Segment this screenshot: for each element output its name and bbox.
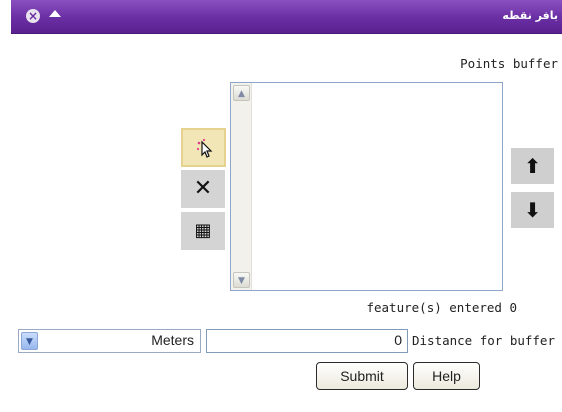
distance-label: Distance for buffer (412, 333, 555, 348)
unit-select[interactable]: ▼ Meters (18, 329, 201, 353)
arrow-up-icon: ⬆ (524, 154, 541, 178)
points-buffer-label: Points buffer (460, 56, 558, 71)
scroll-up-icon[interactable]: ▲ (233, 85, 250, 101)
feature-count-label: feature(s) entered 0 (366, 300, 517, 315)
distance-input[interactable]: 0 (206, 329, 408, 353)
unit-selected-value: Meters (151, 332, 194, 348)
select-point-button[interactable] (181, 128, 226, 167)
close-x-icon: ✕ (193, 176, 213, 201)
vertical-scrollbar[interactable]: ▲ ▼ (231, 83, 252, 290)
scroll-down-icon[interactable]: ▼ (233, 272, 250, 288)
window-titlebar: × بافر نقطه (11, 0, 562, 34)
collapse-icon[interactable] (49, 10, 61, 17)
window-title: بافر نقطه (502, 9, 558, 22)
chevron-down-icon[interactable]: ▼ (21, 332, 38, 350)
move-down-button[interactable]: ⬇ (511, 192, 554, 228)
points-list[interactable]: ▲ ▼ (230, 82, 503, 291)
clear-points-button[interactable]: ✕ (181, 170, 225, 208)
submit-button[interactable]: Submit (316, 362, 408, 390)
attribute-table-button[interactable]: ▦ (181, 212, 225, 250)
arrow-down-icon: ⬇ (524, 198, 541, 222)
table-icon: ▦ (194, 220, 212, 241)
pointer-icon (195, 137, 213, 158)
close-icon[interactable]: × (26, 9, 40, 23)
move-up-button[interactable]: ⬆ (511, 148, 554, 184)
help-button[interactable]: Help (413, 362, 480, 390)
